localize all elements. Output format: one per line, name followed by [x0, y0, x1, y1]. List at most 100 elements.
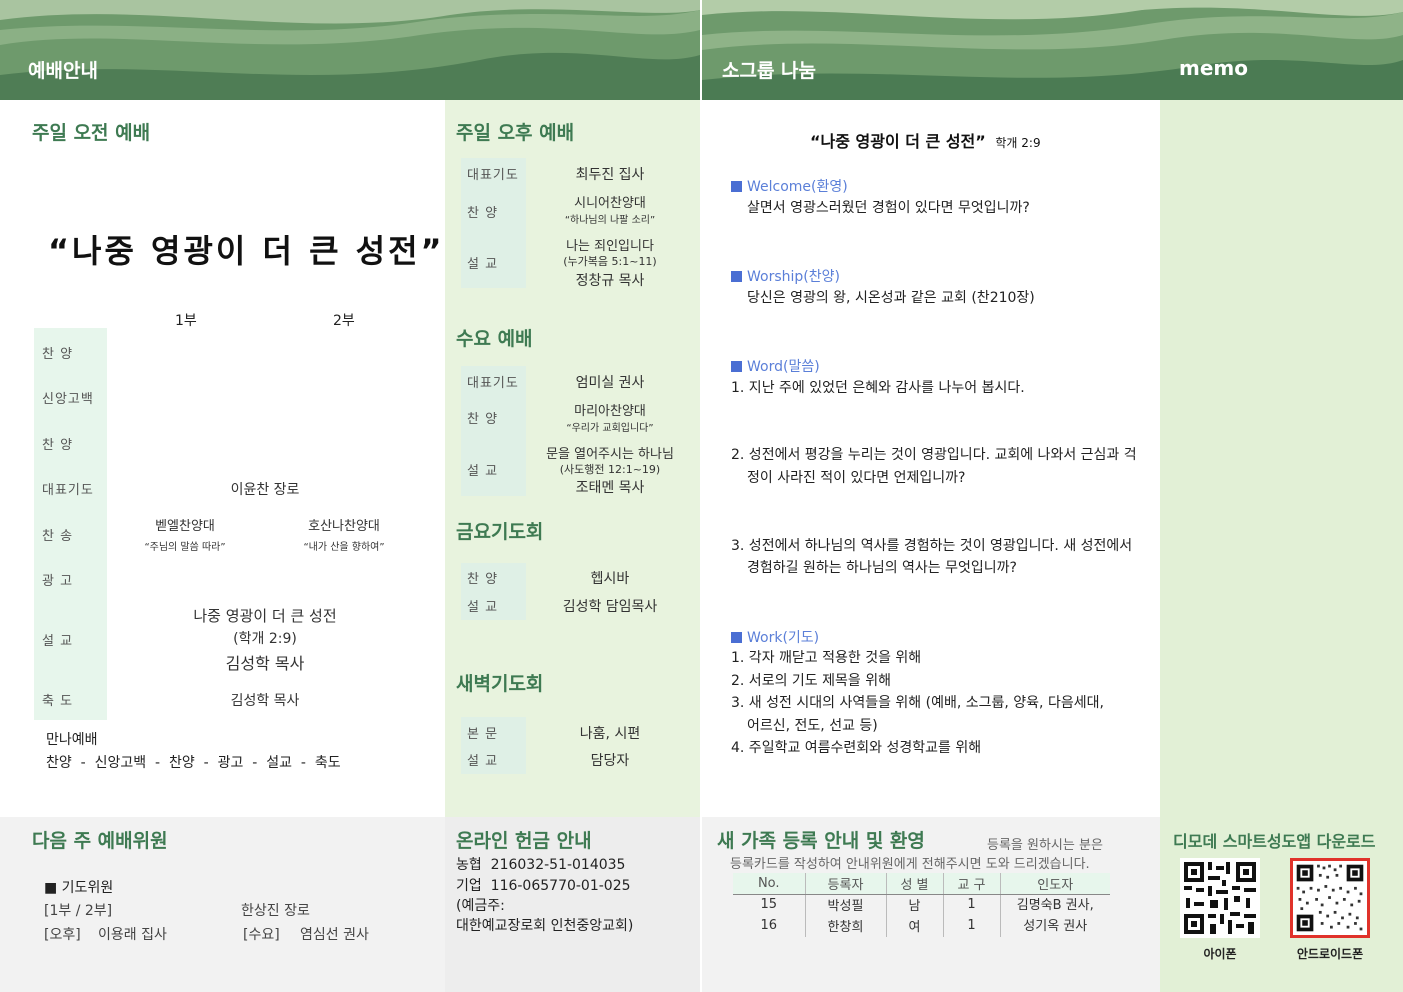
wednesday-prayer-value: 엄미실 권사	[575, 375, 645, 391]
work-item-1: 1. 각자 깨닫고 적용한 것을 위해	[731, 650, 922, 666]
guide-line2: 성기옥 권사	[1023, 918, 1088, 934]
morning-label-hymn: 찬 송	[42, 529, 74, 544]
cell-registrant: 박성필	[805, 894, 887, 916]
wednesday-title: 수요 예배	[456, 328, 533, 350]
afternoon-sermon-title: 나는 죄인입니다	[566, 239, 654, 254]
offering-title: 온라인 헌금 안내	[456, 830, 592, 852]
afternoon-prayer-value: 최두진 집사	[575, 167, 645, 183]
afternoon-label-praise: 찬 양	[467, 206, 499, 221]
manna-order: 찬양 - 신앙고백 - 찬양 - 광고 - 설교 - 축도	[46, 755, 341, 771]
work-item-4: 4. 주일학교 여름수련회와 성경학교를 위해	[731, 740, 982, 756]
word-question-2a: 2. 성전에서 평강을 누리는 것이 영광입니다. 교회에 나와서 근심과 걱	[731, 447, 1137, 463]
sunday-morning-big-title: “나중 영광이 더 큰 성전”	[48, 232, 445, 270]
afternoon-praise-value: 시니어찬양대	[574, 196, 646, 211]
col-gender: 성 별	[886, 873, 944, 895]
prayer-committee-title: ■ 기도위원	[44, 880, 114, 896]
iphone-label: 아이폰	[1203, 947, 1237, 961]
cell-no: 16	[733, 915, 806, 937]
work-heading-text: Work(기도)	[747, 630, 820, 646]
col-no: No.	[733, 873, 806, 895]
morning-hymn-choir1: 벧엘찬양대	[155, 519, 215, 534]
word-heading: Word(말씀)	[731, 356, 820, 376]
work-item-3a: 3. 새 성전 시대의 사역들을 위해 (예배, 소그룹, 양육, 다음세대,	[731, 695, 1104, 711]
next-week-r3-label: [수요]	[243, 927, 280, 943]
morning-label-creed: 신앙고백	[42, 392, 94, 407]
header-left: 예배안내	[0, 0, 700, 100]
friday-label-praise: 찬 양	[467, 572, 499, 587]
offering-line3: (예금주:	[456, 898, 505, 914]
afternoon-label-prayer: 대표기도	[467, 168, 519, 183]
dawn-label-sermon: 설 교	[467, 754, 499, 769]
col-guide: 인도자	[1000, 873, 1110, 895]
next-week-r2-label: [오후]	[44, 927, 81, 943]
morning-label-column	[34, 328, 107, 720]
afternoon-sermon-ref: (누가복음 5:1~11)	[563, 255, 657, 268]
table-row: 15 박성필 남 1 김명숙B 권사, 성기옥 권사	[733, 894, 1110, 934]
iphone-qr-code[interactable]	[1180, 858, 1260, 938]
android-qr-code[interactable]	[1290, 858, 1370, 938]
app-download-title: 디모데 스마트성도앱 다운로드	[1173, 832, 1376, 851]
dawn-text-value: 나훔, 시편	[579, 726, 641, 742]
small-group-title-text: “나중 영광이 더 큰 성전”	[810, 132, 986, 151]
cell-gender: 남	[886, 894, 944, 916]
morning-sermon-title: 나중 영광이 더 큰 성전	[193, 607, 337, 625]
cell-gender: 여	[886, 915, 944, 937]
wednesday-label-prayer: 대표기도	[467, 376, 519, 391]
header-right: 소그룹 나눔 memo	[702, 0, 1403, 100]
registration-table-header: No. 등록자 성 별 교 구 인도자	[733, 873, 1110, 895]
friday-title: 금요기도회	[456, 521, 544, 543]
next-week-r1-value: 한상진 장로	[241, 903, 310, 919]
guide-line1: 김명숙B 권사,	[1016, 897, 1094, 913]
work-item-2: 2. 서로의 기도 제목을 위해	[731, 673, 891, 689]
header-memo-title: memo	[1179, 56, 1248, 80]
cell-district: 1	[943, 894, 1001, 916]
header-right-waves	[702, 0, 1403, 100]
work-item-3b: 어르신, 전도, 선교 등)	[747, 718, 878, 734]
header-left-waves	[0, 0, 700, 100]
registration-title: 새 가족 등록 안내 및 환영	[717, 830, 925, 852]
morning-label-announce: 광 고	[42, 574, 74, 589]
next-week-r1-label: [1부 / 2부]	[44, 903, 113, 919]
col2-header: 2부	[333, 313, 355, 329]
offering-line4: 대한예교장로회 인천중앙교회)	[456, 918, 634, 934]
square-bullet-icon	[731, 632, 742, 643]
wednesday-label-praise: 찬 양	[467, 412, 499, 427]
welcome-question: 살면서 영광스러웠던 경험이 있다면 무엇입니까?	[747, 200, 1030, 216]
small-group-title: “나중 영광이 더 큰 성전” 학개 2:9	[810, 128, 1041, 152]
welcome-heading: Welcome(환영)	[731, 176, 848, 196]
morning-sermon-ref: (학개 2:9)	[233, 631, 297, 647]
sunday-afternoon-title: 주일 오후 예배	[456, 122, 575, 144]
morning-hymn-choir1-sub: “주님의 말씀 따라”	[144, 542, 226, 553]
wednesday-sermon-preacher: 조태멘 목사	[575, 480, 645, 496]
morning-label-prayer: 대표기도	[42, 483, 94, 498]
square-bullet-icon	[731, 181, 742, 192]
next-week-r3-value: 염심선 권사	[300, 927, 369, 943]
morning-hymn-choir2: 호산나찬양대	[308, 519, 380, 534]
offering-line1: 농협 216032-51-014035	[456, 857, 626, 873]
morning-benediction-value: 김성학 목사	[230, 693, 300, 709]
wednesday-sermon-ref: (사도행전 12:1~19)	[559, 463, 661, 476]
wednesday-sermon-title: 문을 열어주시는 하나님	[546, 447, 674, 462]
offering-line2: 기업 116-065770-01-025	[456, 878, 631, 894]
next-week-r2-value: 이용래 집사	[98, 927, 167, 943]
square-bullet-icon	[731, 361, 742, 372]
col1-header: 1부	[175, 313, 197, 329]
manna-title: 만나예배	[46, 732, 98, 748]
header-left-title: 예배안내	[28, 60, 98, 82]
qr-icon	[1180, 858, 1260, 938]
afternoon-sermon-preacher: 정창규 목사	[575, 273, 645, 289]
small-group-ref: 학개 2:9	[995, 136, 1041, 150]
word-heading-text: Word(말씀)	[747, 359, 820, 375]
cell-no: 15	[733, 894, 806, 916]
header-middle-title: 소그룹 나눔	[722, 60, 817, 82]
registration-note2: 등록카드를 작성하여 안내위원에게 전해주시면 도와 드리겠습니다.	[730, 857, 1090, 872]
worship-question: 당신은 영광의 왕, 시온성과 같은 교회 (찬210장)	[747, 290, 1035, 306]
wednesday-praise-value: 마리아찬양대	[574, 404, 646, 419]
android-label: 안드로이드폰	[1296, 947, 1364, 961]
cell-registrant: 한창희	[805, 915, 887, 937]
col-registrant: 등록자	[805, 873, 887, 895]
col-district: 교 구	[943, 873, 1001, 895]
afternoon-label-sermon: 설 교	[467, 257, 499, 272]
worship-heading-text: Worship(찬양)	[747, 269, 840, 285]
word-question-1: 1. 지난 주에 있었던 은혜와 감사를 나누어 봅시다.	[731, 380, 1025, 396]
